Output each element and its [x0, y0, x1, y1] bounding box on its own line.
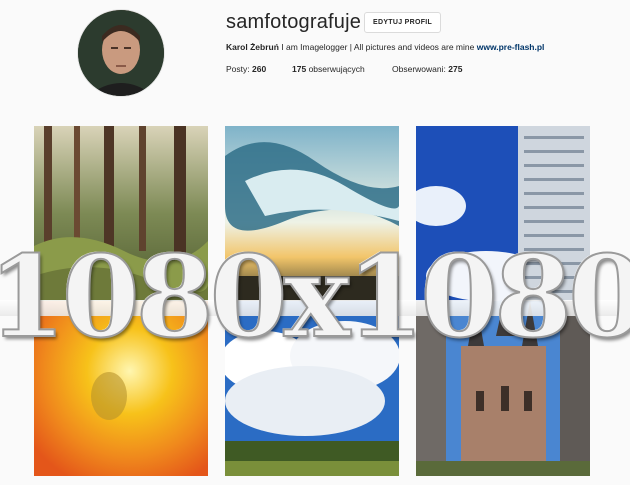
- posts-value: 260: [252, 64, 267, 74]
- bio-text: I am Imagelogger | All pictures and vide…: [278, 42, 477, 52]
- following-label: Obserwowani:: [392, 64, 446, 74]
- following-value: 275: [448, 64, 463, 74]
- watermark-band: [0, 300, 630, 316]
- followers-count[interactable]: 175 obserwujących: [292, 64, 365, 74]
- post-skyscraper-photo[interactable]: [416, 126, 590, 301]
- posts-label: Posty:: [226, 64, 250, 74]
- edit-profile-button[interactable]: EDYTUJ PROFIL: [364, 12, 442, 33]
- post-cathedral-photo[interactable]: [416, 301, 590, 476]
- following-count[interactable]: Obserwowani: 275: [392, 64, 462, 74]
- post-orange-abstract-photo[interactable]: [34, 301, 208, 476]
- profile-username: samfotografuje: [226, 11, 362, 33]
- profile-bio: Karol Żebruń I am Imagelogger | All pict…: [226, 42, 544, 52]
- post-clouds-sunset-photo[interactable]: [225, 126, 399, 301]
- profile-header: samfotografuje EDYTUJ PROFIL Karol Żebru…: [0, 0, 630, 110]
- bio-link[interactable]: www.pre-flash.pl: [477, 42, 545, 52]
- followers-label: obserwujących: [308, 64, 365, 74]
- profile-avatar[interactable]: [78, 10, 164, 96]
- post-cumulus-clouds-photo[interactable]: [225, 301, 399, 476]
- bio-name: Karol Żebruń: [226, 42, 279, 52]
- followers-value: 175: [292, 64, 307, 74]
- posts-count: Posty: 260: [226, 64, 266, 74]
- post-forest-photo[interactable]: [34, 126, 208, 301]
